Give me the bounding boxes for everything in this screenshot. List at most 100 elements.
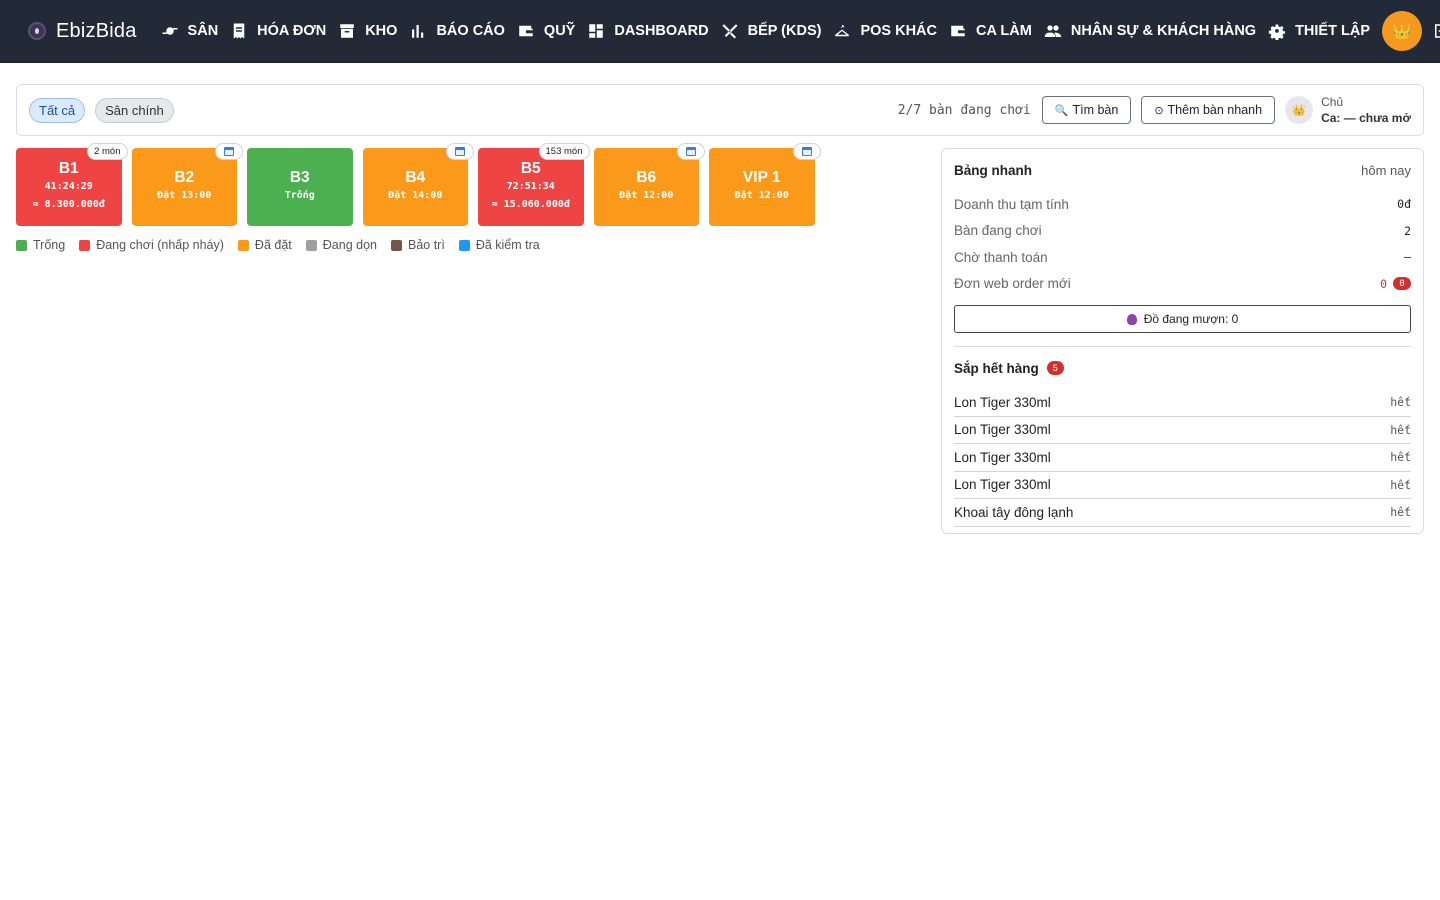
logout-button[interactable]: RA [1426, 0, 1440, 62]
stat-row-pending-payment: Chờ thanh toán – [954, 249, 1411, 265]
brand[interactable]: EbizBida [28, 20, 137, 43]
nav-label: BÁO CÁO [436, 23, 505, 39]
top-navbar: EbizBida SÂN HÓA ĐƠN KHO BÁO CÁO QUỸ DAS… [0, 0, 1440, 63]
nav-label: NHÂN SỰ & KHÁCH HÀNG [1070, 23, 1257, 39]
chip-main-floor[interactable]: Sân chính [95, 97, 174, 123]
table-timer: 41:24:29 [44, 181, 93, 192]
people-icon [1044, 22, 1062, 40]
receipt-icon [230, 22, 248, 40]
search-icon: 🔍 [1054, 104, 1069, 117]
table-name: B2 [174, 169, 195, 186]
crown-icon: 👑 [1285, 96, 1314, 124]
table-amount: ≈ 15.060.000đ [491, 199, 570, 210]
status-legend: Trống Đang chơi (nhấp nháy) Đã đặt Đang … [16, 238, 554, 252]
table-timer: 72:51:34 [506, 181, 555, 192]
nav-label: HÓA ĐƠN [257, 23, 327, 39]
logout-icon [1432, 22, 1440, 40]
low-stock-item[interactable]: Lon Tiger 330ml hết [954, 444, 1411, 472]
low-stock-title: Sắp hết hàng [954, 360, 1039, 376]
low-stock-item[interactable]: Lon Tiger 330ml hết [954, 417, 1411, 444]
table-amount: ≈ 8.300.000đ [32, 199, 105, 210]
main-nav: SÂN HÓA ĐƠN KHO BÁO CÁO QUỸ DASHBOARD BẾ… [155, 0, 1440, 62]
legend-swatch [458, 239, 470, 251]
borrowed-items-button[interactable]: Đồ đang mượn: 0 [954, 305, 1411, 333]
table-card-b1[interactable]: 2 món B1 41:24:29 ≈ 8.300.000đ [16, 143, 128, 226]
calendar-icon [215, 143, 243, 160]
table-reservation: Đặt 12:00 [619, 190, 674, 201]
table-card-vip1[interactable]: VIP 1 Đặt 12:00 [709, 143, 821, 226]
legend-swatch [79, 239, 91, 251]
table-card-b4[interactable]: B4 Đặt 14:00 [362, 143, 474, 226]
table-name: B4 [405, 169, 426, 186]
find-table-button[interactable]: 🔍 Tìm bàn [1041, 96, 1132, 124]
low-stock-count-badge: 5 [1046, 361, 1064, 375]
low-stock-item[interactable]: Lon Tiger 330ml hết [954, 389, 1411, 417]
nav-item-bep[interactable]: BẾP (KDS) [715, 0, 828, 62]
find-table-label: Tìm bàn [1072, 103, 1119, 117]
quick-add-table-button[interactable]: ⊙ Thêm bàn nhanh [1141, 96, 1276, 124]
table-card-b3[interactable]: B3 Trống [247, 148, 353, 226]
table-name: B6 [636, 169, 657, 186]
web-order-badge: 0 [1393, 277, 1411, 291]
legend-item: Đang dọn [305, 238, 377, 252]
archive-icon [338, 22, 356, 40]
items-badge: 2 món [87, 143, 128, 160]
nav-label: THIẾT LẬP [1295, 23, 1370, 39]
legend-item: Đang chơi (nhấp nháy) [79, 238, 224, 252]
brand-name: EbizBida [56, 19, 137, 42]
calendar-icon [677, 143, 705, 160]
chip-all[interactable]: Tất cả [29, 97, 86, 123]
table-card-b5[interactable]: 153 món B5 72:51:34 ≈ 15.060.000đ [478, 143, 590, 226]
nav-item-poskhac[interactable]: POS KHÁC [827, 0, 943, 62]
legend-swatch [16, 239, 27, 251]
quick-add-label: Thêm bàn nhanh [1167, 103, 1263, 117]
nav-label: CA LÀM [976, 23, 1032, 39]
gear-icon [1268, 22, 1286, 40]
nav-label: SÂN [187, 23, 219, 39]
nav-item-baocao[interactable]: BÁO CÁO [403, 0, 510, 62]
legend-swatch [305, 239, 317, 251]
table-name: B5 [520, 160, 541, 177]
nav-item-calam[interactable]: CA LÀM [943, 0, 1038, 62]
calendar-icon [446, 143, 474, 160]
table-card-b2[interactable]: B2 Đặt 13:00 [131, 143, 243, 226]
nav-label: DASHBOARD [614, 23, 709, 39]
table-reservation: Đặt 12:00 [734, 190, 789, 201]
bar-chart-icon [409, 22, 427, 40]
legend-item: Bảo trì [390, 238, 445, 252]
nav-label: BẾP (KDS) [747, 23, 822, 39]
nav-item-hoadon[interactable]: HÓA ĐƠN [224, 0, 332, 62]
nav-item-nhansu[interactable]: NHÂN SỰ & KHÁCH HÀNG [1038, 0, 1262, 62]
web-order-value: 0 [1380, 276, 1387, 291]
table-name: B1 [58, 160, 79, 177]
shift-status: Ca: — chưa mở [1321, 111, 1411, 125]
nav-item-quy[interactable]: QUỸ [511, 0, 581, 62]
user-shift-info: 👑 Chủ Ca: — chưa mở [1285, 94, 1411, 126]
wallet-icon [517, 22, 535, 40]
table-card-b6[interactable]: B6 Đặt 12:00 [593, 143, 705, 226]
nav-item-san[interactable]: SÂN [155, 0, 225, 62]
billiard-icon [161, 22, 179, 40]
nav-item-dashboard[interactable]: DASHBOARD [581, 0, 714, 62]
nav-item-kho[interactable]: KHO [332, 0, 403, 62]
user-avatar[interactable]: 👑 [1382, 11, 1422, 51]
legend-swatch [237, 239, 249, 251]
legend-item: Đã đặt [237, 238, 292, 252]
stat-row-web-orders[interactable]: Đơn web order mới 00 [954, 271, 1411, 298]
legend-swatch [390, 239, 402, 251]
glove-icon [1126, 313, 1137, 325]
utensils-icon [721, 22, 739, 40]
items-badge: 153 món [538, 143, 590, 160]
playing-count: 2/7 bàn đang chơi [897, 102, 1031, 118]
nav-item-thietlap[interactable]: THIẾT LẬP [1262, 0, 1376, 62]
low-stock-item[interactable]: Khoai tây đông lạnh hết [954, 499, 1411, 527]
calendar-icon [792, 143, 821, 160]
low-stock-header: Sắp hết hàng 5 [954, 347, 1411, 389]
dashboard-icon [587, 22, 605, 40]
quick-panel: Bảng nhanh hôm nay Doanh thu tạm tính 0đ… [941, 148, 1424, 534]
panel-title: Bảng nhanh [954, 162, 1032, 178]
borrowed-items-label: Đồ đang mượn: 0 [1143, 312, 1239, 326]
add-circle-icon: ⊙ [1154, 104, 1164, 117]
low-stock-item[interactable]: Lon Tiger 330ml hết [954, 472, 1411, 499]
table-status: Trống [284, 190, 315, 201]
